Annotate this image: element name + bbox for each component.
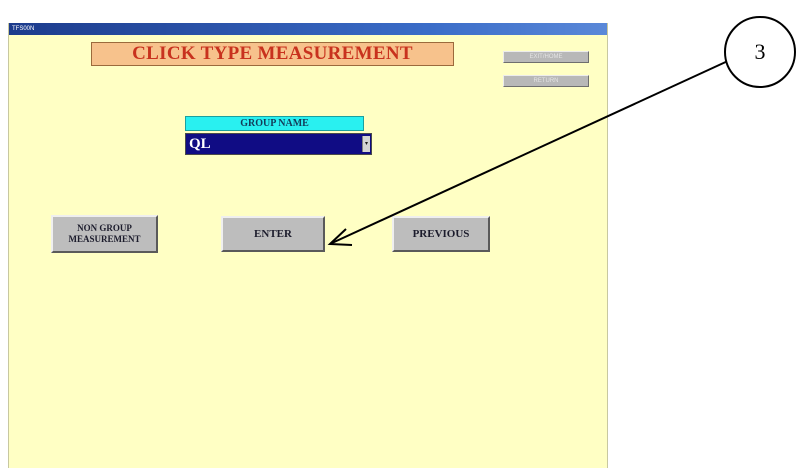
page-title-banner: CLICK TYPE MEASUREMENT xyxy=(91,42,454,66)
previous-label: PREVIOUS xyxy=(412,228,470,240)
callout-circle: 3 xyxy=(724,16,796,88)
callout-number: 3 xyxy=(754,39,766,64)
group-name-value: QL xyxy=(189,136,211,152)
enter-button[interactable]: ENTER xyxy=(221,216,325,252)
window-titlebar: TFS00N xyxy=(9,23,607,35)
page-title: CLICK TYPE MEASUREMENT xyxy=(132,43,413,64)
enter-label: ENTER xyxy=(254,228,292,240)
screenshot-stage: TFS00N CLICK TYPE MEASUREMENT EXIT/HOME … xyxy=(0,0,802,468)
dropdown-arrow-icon[interactable]: ▾ xyxy=(362,136,370,152)
group-name-label: GROUP NAME xyxy=(185,116,364,131)
group-name-select[interactable]: QL ▾ xyxy=(185,133,372,155)
top-button-2[interactable]: RETURN xyxy=(503,75,589,87)
previous-button[interactable]: PREVIOUS xyxy=(392,216,490,252)
non-group-measurement-button[interactable]: NON GROUP MEASUREMENT xyxy=(51,215,158,253)
non-group-measurement-label: NON GROUP MEASUREMENT xyxy=(68,223,141,244)
top-button-1[interactable]: EXIT/HOME xyxy=(503,51,589,63)
window-title: TFS00N xyxy=(12,26,35,32)
